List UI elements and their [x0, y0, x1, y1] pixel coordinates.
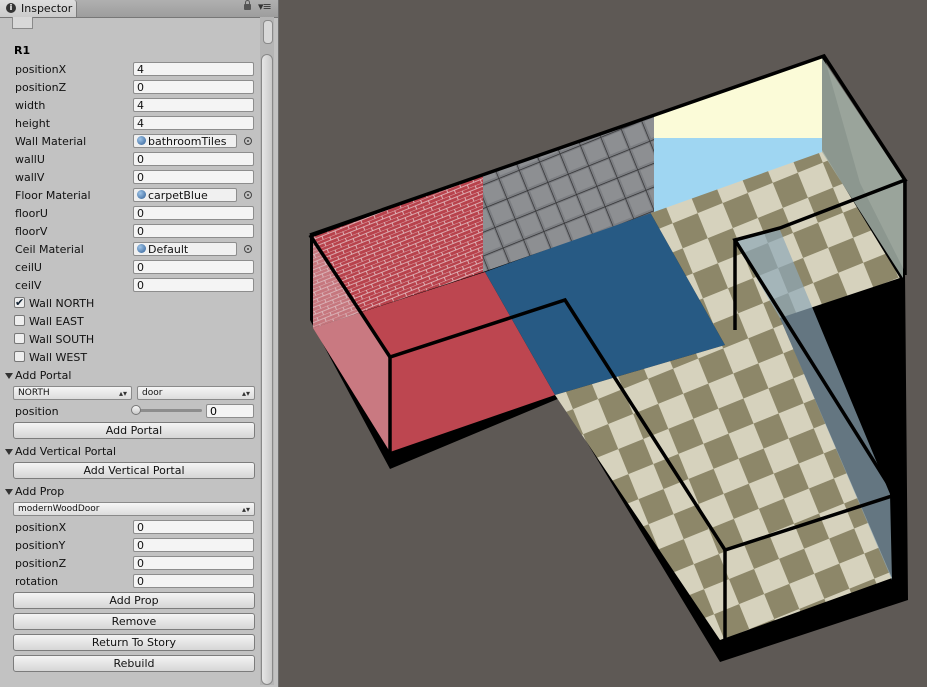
tab-inspector[interactable]: i Inspector	[0, 0, 77, 17]
ceil-material-label: Ceil Material	[15, 243, 84, 256]
material-sphere-icon	[137, 190, 146, 199]
object-picker-icon[interactable]	[244, 137, 252, 145]
ceilu-field[interactable]: 0	[133, 260, 254, 274]
foldout-arrow-icon[interactable]	[5, 489, 13, 495]
width-field[interactable]: 4	[133, 98, 254, 112]
floor-material-label: Floor Material	[15, 189, 91, 202]
wall-south-label: Wall SOUTH	[29, 333, 95, 346]
ceilv-label: ceilV	[15, 279, 42, 292]
height-label: height	[15, 117, 51, 130]
floor-material-value: carpetBlue	[148, 189, 208, 202]
lock-icon[interactable]	[244, 0, 251, 10]
flooru-label: floorU	[15, 207, 48, 220]
object-thumbnail	[12, 17, 33, 29]
scene-viewport[interactable]	[279, 0, 927, 687]
wall-material-field[interactable]: bathroomTiles	[133, 134, 237, 148]
portal-type-value: door	[142, 388, 163, 398]
wallu-label: wallU	[15, 153, 45, 166]
rebuild-button[interactable]: Rebuild	[13, 655, 255, 672]
scrollbar-thumb[interactable]	[261, 54, 273, 685]
foldout-arrow-icon[interactable]	[5, 449, 13, 455]
dropdown-arrows-icon: ▴▾	[241, 389, 250, 398]
add-portal-header[interactable]: Add Portal	[15, 369, 71, 382]
prop-rotation-label: rotation	[15, 575, 59, 588]
flooru-field[interactable]: 0	[133, 206, 254, 220]
portal-type-dropdown[interactable]: door ▴▾	[137, 386, 255, 400]
wallv-label: wallV	[15, 171, 45, 184]
foldout-arrow-icon[interactable]	[5, 373, 13, 379]
wall-west-label: Wall WEST	[29, 351, 88, 364]
add-prop-button[interactable]: Add Prop	[13, 592, 255, 609]
positionz-label: positionZ	[15, 81, 67, 94]
dropdown-arrows-icon: ▴▾	[118, 389, 127, 398]
return-to-story-button[interactable]: Return To Story	[13, 634, 255, 651]
prop-positiony-label: positionY	[15, 539, 66, 552]
add-vertical-portal-header[interactable]: Add Vertical Portal	[15, 445, 116, 458]
portal-direction-dropdown[interactable]: NORTH ▴▾	[13, 386, 132, 400]
positionz-field[interactable]: 0	[133, 80, 254, 94]
wall-north-label: Wall NORTH	[29, 297, 95, 310]
scroll-up-handle[interactable]	[263, 20, 273, 44]
wallv-field[interactable]: 0	[133, 170, 254, 184]
add-vertical-portal-button[interactable]: Add Vertical Portal	[13, 462, 255, 479]
ceilu-label: ceilU	[15, 261, 42, 274]
prop-positionx-label: positionX	[15, 521, 67, 534]
info-icon: i	[6, 3, 16, 13]
add-portal-button[interactable]: Add Portal	[13, 422, 255, 439]
wall-material-value: bathroomTiles	[148, 135, 227, 148]
wall-south-checkbox[interactable]	[14, 333, 25, 344]
inspector-scrollbar[interactable]	[260, 17, 274, 685]
positionx-field[interactable]: 4	[133, 62, 254, 76]
floorv-field[interactable]: 0	[133, 224, 254, 238]
prop-rotation-field[interactable]: 0	[133, 574, 254, 588]
prop-dropdown[interactable]: modernWoodDoor ▴▾	[13, 502, 255, 516]
material-sphere-icon	[137, 136, 146, 145]
position-slider-track[interactable]	[134, 409, 202, 412]
object-picker-icon[interactable]	[244, 245, 252, 253]
floorv-label: floorV	[15, 225, 48, 238]
portal-direction-value: NORTH	[18, 388, 50, 398]
prop-positionz-field[interactable]: 0	[133, 556, 254, 570]
object-picker-icon[interactable]	[244, 191, 252, 199]
prop-positionx-field[interactable]: 0	[133, 520, 254, 534]
ceil-material-field[interactable]: Default	[133, 242, 237, 256]
wall-east-label: Wall EAST	[29, 315, 84, 328]
tab-label: Inspector	[21, 2, 73, 15]
positionx-label: positionX	[15, 63, 67, 76]
wall-north-checkbox[interactable]: ✔	[14, 297, 25, 308]
position-field[interactable]: 0	[206, 404, 254, 418]
position-slider-thumb[interactable]	[131, 405, 141, 415]
wall-west-checkbox[interactable]	[14, 351, 25, 362]
material-sphere-icon	[137, 244, 146, 253]
ceilv-field[interactable]: 0	[133, 278, 254, 292]
prop-positiony-field[interactable]: 0	[133, 538, 254, 552]
ceil-material-value: Default	[148, 243, 189, 256]
remove-button[interactable]: Remove	[13, 613, 255, 630]
wallu-field[interactable]: 0	[133, 152, 254, 166]
inspector-panel: i Inspector ▾≡ R1 positionX 4 positionZ …	[0, 0, 279, 687]
wall-material-label: Wall Material	[15, 135, 87, 148]
tab-bar: i Inspector ▾≡	[0, 0, 278, 18]
width-label: width	[15, 99, 46, 112]
position-label: position	[15, 405, 59, 418]
add-prop-header[interactable]: Add Prop	[15, 485, 64, 498]
wall-east-checkbox[interactable]	[14, 315, 25, 326]
prop-positionz-label: positionZ	[15, 557, 67, 570]
height-field[interactable]: 4	[133, 116, 254, 130]
menu-icon[interactable]: ▾≡	[258, 0, 272, 13]
prop-value: modernWoodDoor	[18, 504, 100, 514]
object-name: R1	[14, 44, 31, 57]
floor-material-field[interactable]: carpetBlue	[133, 188, 237, 202]
dropdown-arrows-icon: ▴▾	[241, 505, 250, 514]
